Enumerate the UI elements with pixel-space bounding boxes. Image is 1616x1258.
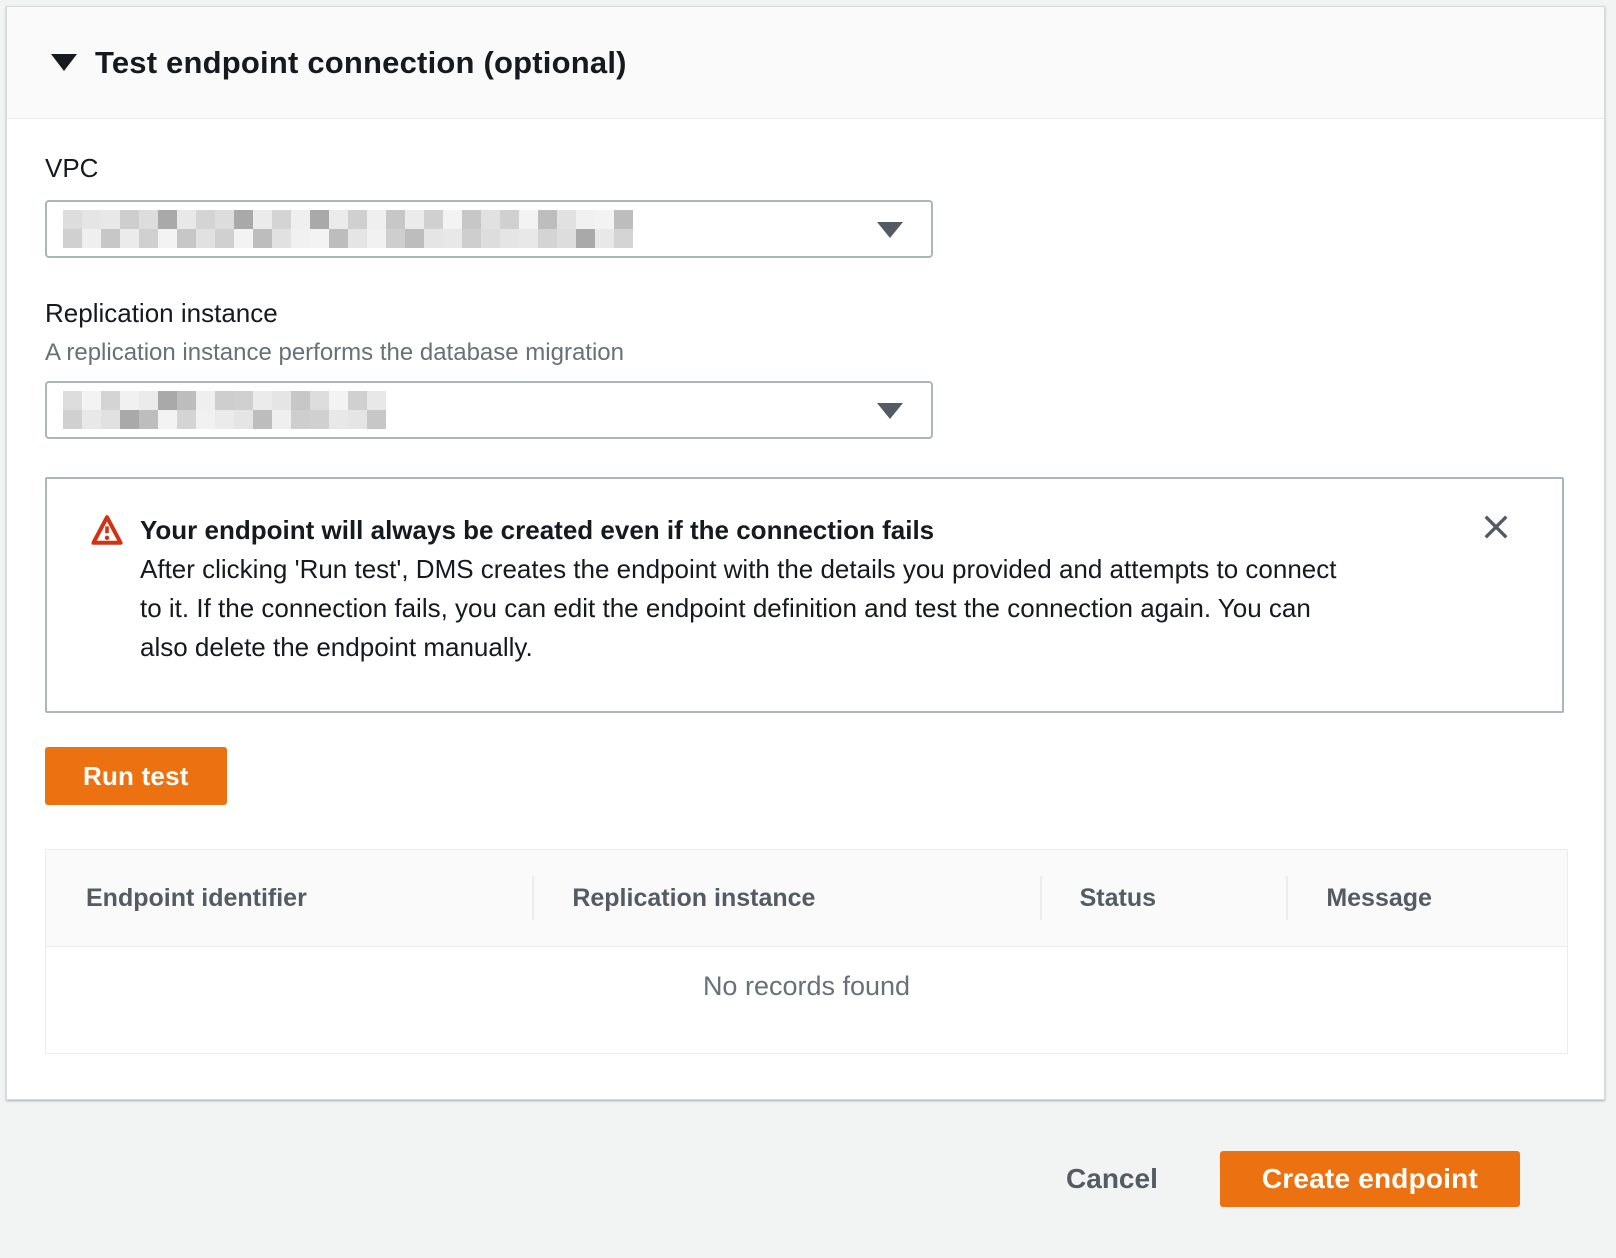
vpc-select[interactable] — [45, 200, 933, 258]
test-endpoint-connection-panel: Test endpoint connection (optional) VPC … — [6, 6, 1605, 1100]
table-empty-state: No records found — [46, 947, 1567, 1053]
connection-test-results-table: Endpoint identifier Replication instance… — [45, 849, 1568, 1054]
close-icon — [1481, 512, 1511, 542]
alert-title: Your endpoint will always be created eve… — [140, 511, 1435, 549]
warning-triangle-icon — [91, 514, 123, 546]
collapse-caret-icon — [51, 54, 77, 71]
form-actions-footer: Cancel Create endpoint — [0, 1100, 1616, 1258]
replication-instance-description: A replication instance performs the data… — [45, 339, 1561, 367]
run-test-button[interactable]: Run test — [45, 747, 227, 805]
vpc-label: VPC — [45, 153, 1561, 184]
alert-dismiss-button[interactable] — [1474, 505, 1518, 549]
column-header-replication-instance: Replication instance — [532, 850, 1039, 946]
redacted-vpc-value — [63, 210, 633, 248]
cancel-button[interactable]: Cancel — [1066, 1163, 1158, 1195]
column-header-message: Message — [1286, 850, 1567, 946]
column-header-status: Status — [1040, 850, 1287, 946]
chevron-down-icon — [877, 403, 903, 419]
replication-instance-label: Replication instance — [45, 298, 1561, 329]
column-header-endpoint-identifier: Endpoint identifier — [46, 850, 532, 946]
alert-body: After clicking 'Run test', DMS creates t… — [140, 550, 1435, 667]
chevron-down-icon — [877, 222, 903, 238]
create-endpoint-button[interactable]: Create endpoint — [1220, 1151, 1520, 1207]
table-header-row: Endpoint identifier Replication instance… — [46, 850, 1567, 947]
redacted-replication-instance-value — [63, 391, 386, 429]
section-title: Test endpoint connection (optional) — [95, 45, 627, 81]
warning-alert: Your endpoint will always be created eve… — [45, 477, 1564, 713]
section-header-test-endpoint-connection[interactable]: Test endpoint connection (optional) — [7, 7, 1604, 119]
replication-instance-select[interactable] — [45, 381, 933, 439]
